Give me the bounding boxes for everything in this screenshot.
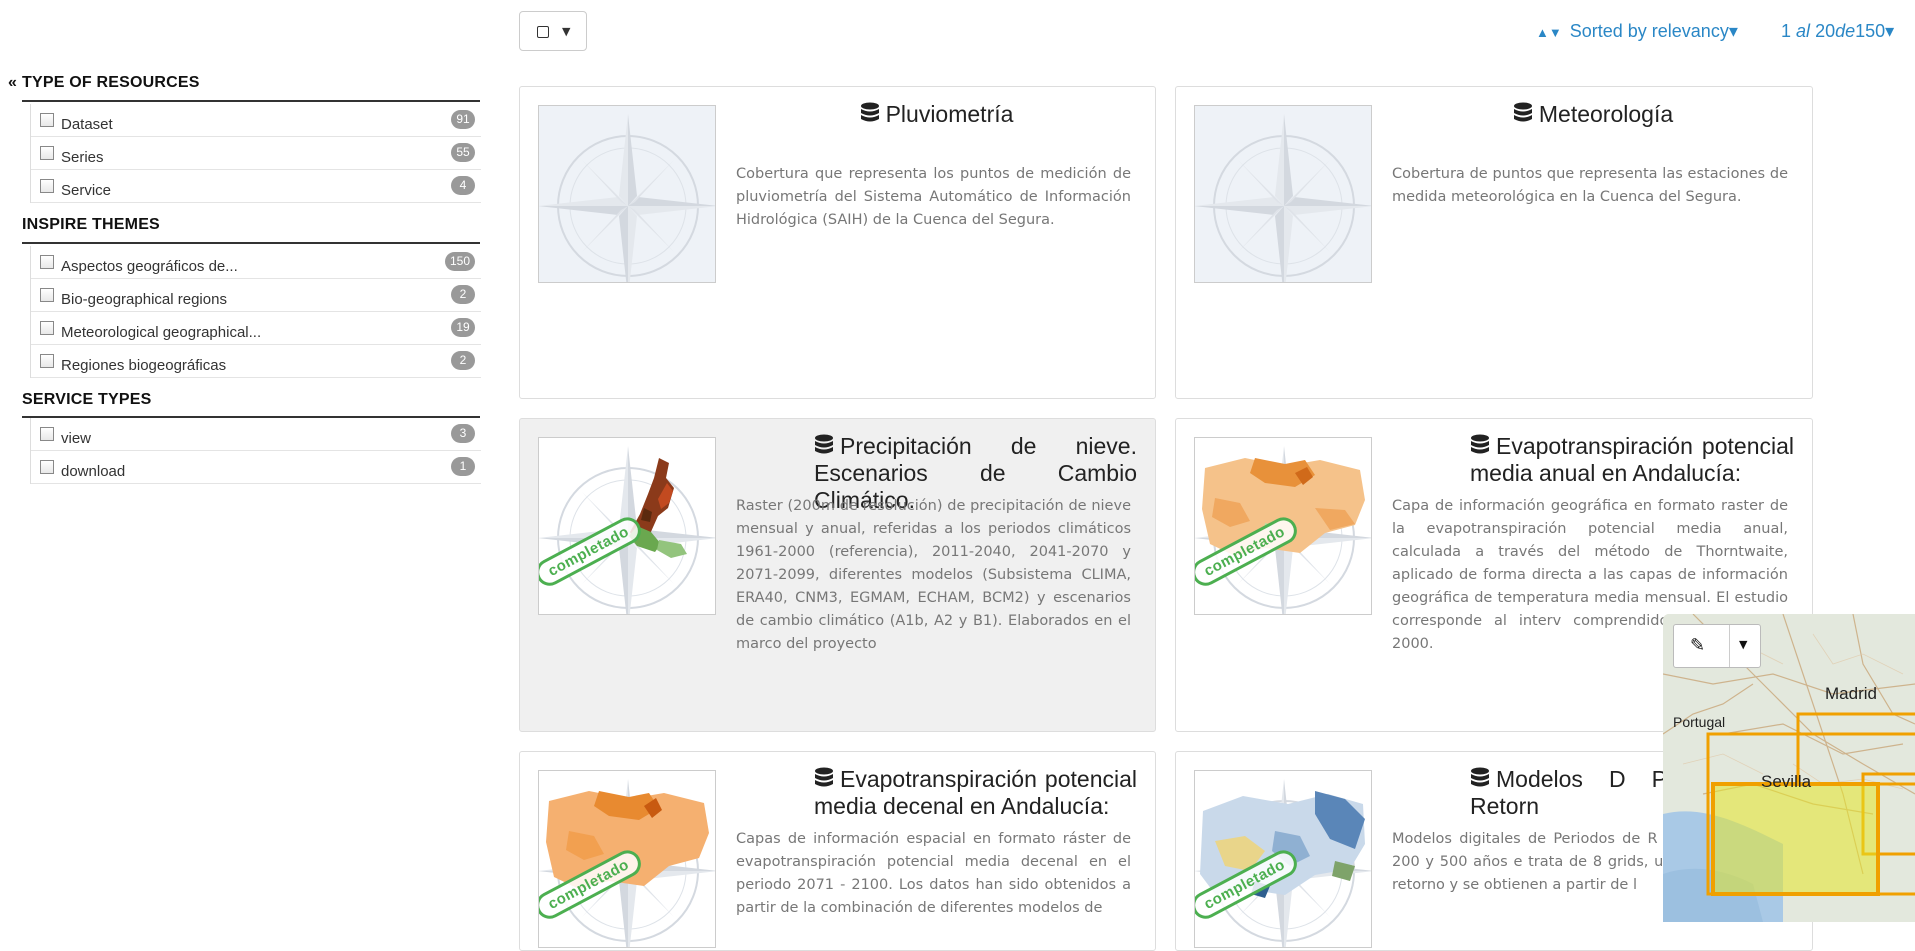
facet-checkbox[interactable] — [40, 255, 54, 269]
facet-item-label: Dataset — [61, 116, 113, 133]
facet-item-download[interactable]: download 1 — [31, 451, 481, 484]
database-icon — [1513, 102, 1532, 122]
pager-sep-de: de — [1835, 21, 1856, 41]
pager-start: 1 — [1781, 21, 1792, 41]
database-icon — [815, 767, 833, 787]
card-description: Cobertura de puntos que representa las e… — [1392, 166, 1788, 205]
card-description: Capas de información espacial en formato… — [736, 831, 1131, 916]
facet-heading-inspire-themes[interactable]: INSPIRE THEMES — [22, 216, 160, 234]
pager-end: 20 — [1815, 21, 1836, 41]
facet-checkbox[interactable] — [40, 427, 54, 441]
facet-item-regiones-biogeograficas[interactable]: Regiones biogeográficas 2 — [31, 345, 481, 378]
database-icon — [860, 102, 879, 122]
thumbnail-image[interactable] — [1194, 105, 1372, 283]
count-badge: 4 — [451, 176, 475, 195]
map-label-portugal: Portugal — [1673, 714, 1726, 730]
divider — [1729, 625, 1730, 667]
map-draw-toolbar[interactable]: ✎ ▼ — [1673, 624, 1761, 668]
map-widget[interactable]: Madrid Portugal Sevilla ✎ ▼ — [1663, 614, 1915, 922]
facet-item-label: view — [61, 430, 92, 447]
pager-sep-al: al — [1796, 21, 1811, 41]
sort-updown-icon: ▲▼ — [1536, 25, 1562, 40]
pencil-icon[interactable]: ✎ — [1690, 635, 1705, 656]
pagination-dropdown[interactable]: 1 al 20de150▾ — [1781, 21, 1894, 42]
facet-heading-label: SERVICE TYPES — [22, 391, 152, 408]
count-badge: 91 — [451, 110, 475, 129]
facet-checkbox[interactable] — [40, 460, 54, 474]
facet-item-view[interactable]: view 3 — [31, 418, 481, 451]
facet-item-label: Meteorological geographical... — [61, 324, 262, 341]
facet-sidebar: « TYPE OF RESOURCES Dataset 91 Series 55 S… — [0, 0, 490, 922]
divider — [22, 100, 480, 102]
thumbnail-image[interactable]: completado — [538, 770, 716, 948]
facet-item-label: Service — [61, 182, 112, 199]
caret-down-icon[interactable]: ▼ — [1739, 638, 1747, 651]
database-icon — [1471, 434, 1489, 454]
facet-checkbox[interactable] — [40, 179, 54, 193]
facet-item-series[interactable]: Series 55 — [31, 137, 481, 170]
result-card[interactable]: Pluviometría Cobertura que representa lo… — [519, 86, 1156, 399]
database-icon — [815, 434, 833, 454]
facet-item-bio-geographical-regions[interactable]: Bio-geographical regions 2 — [31, 279, 481, 312]
facet-checkbox[interactable] — [40, 113, 54, 127]
caret-down-icon: ▾ — [1885, 21, 1895, 41]
card-title[interactable]: Evapotranspiración potencial media decen… — [814, 766, 1137, 820]
facet-item-label: Series — [61, 149, 104, 166]
card-title[interactable]: Pluviometría — [736, 101, 1137, 128]
thumbnail-image[interactable] — [538, 105, 716, 283]
facet-item-label: Aspectos geográficos de... — [61, 258, 238, 275]
collapse-icon[interactable]: « — [8, 74, 17, 92]
count-badge: 2 — [451, 285, 475, 304]
facet-item-dataset[interactable]: Dataset 91 — [31, 104, 481, 137]
facet-item-aspectos-geograficos[interactable]: Aspectos geográficos de... 150 — [31, 246, 481, 279]
facet-heading-label: TYPE OF RESOURCES — [22, 74, 200, 91]
count-badge: 150 — [444, 252, 475, 271]
card-title-text: Pluviometría — [885, 101, 1014, 127]
caret-down-icon: ▼ — [562, 25, 571, 38]
facet-heading-label: INSPIRE THEMES — [22, 216, 160, 233]
count-badge: 3 — [451, 424, 475, 443]
facet-list-inspire-themes: Aspectos geográficos de... 150 Bio-geogra… — [30, 246, 481, 378]
card-description: Cobertura que representa los puntos de m… — [736, 166, 1131, 228]
facet-heading-type-of-resources[interactable]: « TYPE OF RESOURCES — [8, 74, 200, 92]
thumbnail-image[interactable]: completado — [538, 437, 716, 615]
card-title-text: Evapotranspiración potencial media decen… — [814, 766, 1137, 819]
facet-checkbox[interactable] — [40, 321, 54, 335]
card-title[interactable]: Meteorología — [1392, 101, 1794, 128]
card-description: Raster (200m de resolución) de precipita… — [736, 498, 1131, 652]
caret-down-icon: ▾ — [1728, 21, 1738, 41]
facet-item-label: download — [61, 463, 126, 480]
count-badge: 55 — [451, 143, 475, 162]
sort-label: Sorted by relevancy — [1569, 21, 1729, 41]
map-label-sevilla: Sevilla — [1761, 772, 1812, 791]
divider — [22, 242, 480, 244]
result-card[interactable]: completado Evapotranspiración potencial … — [519, 751, 1156, 951]
count-badge: 19 — [451, 318, 475, 337]
card-title[interactable]: Evapotranspiración potencial media anual… — [1470, 433, 1794, 487]
facet-item-label: Regiones biogeográficas — [61, 357, 227, 374]
card-title-text: Meteorología — [1538, 101, 1674, 127]
checkbox-square-icon — [537, 26, 549, 38]
card-title-text: Evapotranspiración potencial media anual… — [1470, 433, 1794, 486]
thumbnail-image[interactable]: completado — [1194, 437, 1372, 615]
facet-heading-service-types[interactable]: SERVICE TYPES — [22, 391, 151, 409]
pager-total: 150 — [1855, 21, 1886, 41]
result-card[interactable]: Meteorología Cobertura de puntos que rep… — [1175, 86, 1813, 399]
facet-item-label: Bio-geographical regions — [61, 291, 227, 308]
thumbnail-image[interactable]: completado — [1194, 770, 1372, 948]
result-card[interactable]: completado Precipitación de nieve. Escen… — [519, 418, 1156, 732]
facet-list-type-of-resources: Dataset 91 Series 55 Service 4 — [30, 104, 481, 203]
facet-item-meteorological-geographical[interactable]: Meteorological geographical... 19 — [31, 312, 481, 345]
facet-item-service[interactable]: Service 4 — [31, 170, 481, 203]
select-all-dropdown-button[interactable]: ▼ — [519, 11, 587, 51]
map-label-madrid: Madrid — [1825, 684, 1877, 703]
database-icon — [1471, 767, 1489, 787]
facet-checkbox[interactable] — [40, 288, 54, 302]
facet-checkbox[interactable] — [40, 354, 54, 368]
count-badge: 1 — [451, 457, 475, 476]
count-badge: 2 — [451, 351, 475, 370]
sort-dropdown[interactable]: ▲▼ Sorted by relevancy▾ — [1536, 21, 1738, 42]
facet-checkbox[interactable] — [40, 146, 54, 160]
facet-list-service-types: view 3 download 1 — [30, 418, 481, 484]
